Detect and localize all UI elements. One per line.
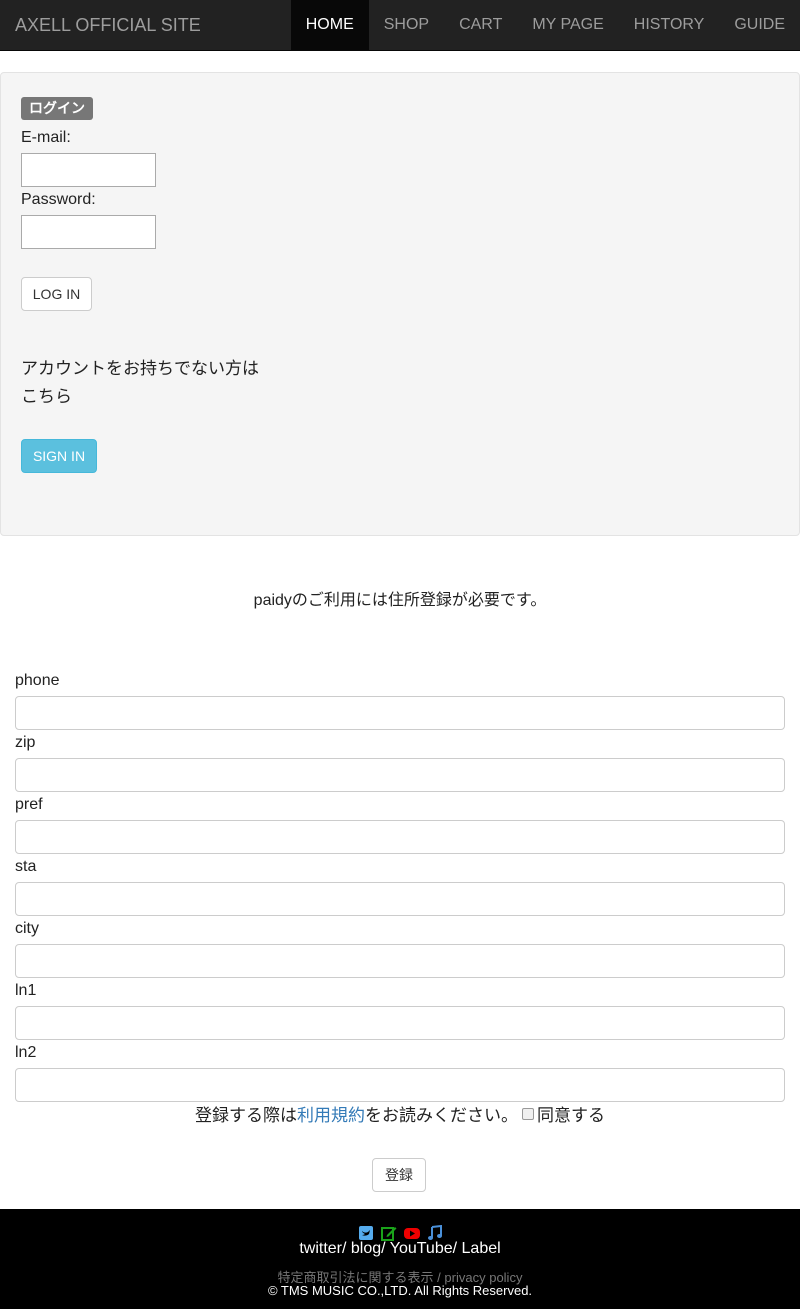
password-label: Password: bbox=[21, 191, 96, 208]
twitter-icon[interactable] bbox=[358, 1225, 374, 1241]
top-navbar: AXELL OFFICIAL SITE HOME SHOP CART MY PA… bbox=[0, 0, 800, 51]
nav-item-history[interactable]: HISTORY bbox=[619, 0, 720, 50]
signin-button[interactable]: SIGN IN bbox=[21, 439, 97, 473]
blog-icon[interactable] bbox=[380, 1225, 397, 1241]
terms-line: 登録する際は利用規約をお読みください。 同意する bbox=[0, 1104, 800, 1128]
ln2-label: ln2 bbox=[15, 1044, 37, 1061]
nav-item-my-page[interactable]: MY PAGE bbox=[517, 0, 618, 50]
link-separator: / bbox=[381, 1240, 386, 1257]
link-separator: / bbox=[341, 1240, 347, 1257]
city-input[interactable] bbox=[15, 944, 785, 978]
ln1-input[interactable] bbox=[15, 1006, 785, 1040]
social-icons bbox=[0, 1224, 800, 1241]
main-nav: HOME SHOP CART MY PAGE HISTORY GUIDE bbox=[290, 0, 800, 50]
agree-label[interactable]: 同意する bbox=[537, 1106, 605, 1125]
twitter-link[interactable]: twitter bbox=[299, 1240, 342, 1257]
email-label: E-mail: bbox=[21, 129, 71, 146]
blog-link[interactable]: blog bbox=[351, 1240, 381, 1257]
nav-item-cart[interactable]: CART bbox=[444, 0, 517, 50]
zip-label: zip bbox=[15, 734, 36, 751]
phone-input[interactable] bbox=[15, 696, 785, 730]
pref-input[interactable] bbox=[15, 820, 785, 854]
ln2-input[interactable] bbox=[15, 1068, 785, 1102]
password-input[interactable] bbox=[21, 215, 156, 249]
login-badge: ログイン bbox=[21, 97, 93, 120]
no-account-here-text: こちら bbox=[21, 387, 72, 406]
nav-item-shop[interactable]: SHOP bbox=[369, 0, 444, 50]
phone-label: phone bbox=[15, 672, 60, 689]
agree-checkbox[interactable] bbox=[522, 1108, 534, 1120]
sta-label: sta bbox=[15, 858, 37, 875]
youtube-link[interactable]: YouTube bbox=[390, 1240, 453, 1257]
no-account-text: アカウントをお持ちでない方は bbox=[21, 359, 259, 378]
login-button[interactable]: LOG IN bbox=[21, 277, 92, 311]
copyright: © TMS MUSIC CO.,LTD. All Rights Reserved… bbox=[267, 1283, 533, 1298]
terms-prefix: 登録する際は bbox=[195, 1106, 297, 1125]
link-separator: / bbox=[452, 1240, 458, 1257]
site-brand[interactable]: AXELL OFFICIAL SITE bbox=[15, 0, 201, 50]
address-required-notice: paidyのご利用には住所登録が必要です。 bbox=[253, 592, 547, 609]
terms-suffix: をお読みください。 bbox=[365, 1106, 518, 1125]
terms-link[interactable]: 利用規約 bbox=[297, 1106, 365, 1125]
youtube-icon[interactable] bbox=[403, 1225, 420, 1241]
email-input[interactable] bbox=[21, 153, 156, 187]
pref-label: pref bbox=[15, 796, 43, 813]
footer: twitter/ blog/ YouTube/ Label 特定商取引法に関する… bbox=[0, 1209, 800, 1309]
zip-input[interactable] bbox=[15, 758, 785, 792]
label-link[interactable]: Label bbox=[462, 1240, 501, 1257]
city-label: city bbox=[15, 920, 39, 937]
nav-item-home[interactable]: HOME bbox=[290, 0, 369, 50]
social-links: twitter/ blog/ YouTube/ Label bbox=[0, 1240, 800, 1258]
login-panel: ログイン E-mail: Password: LOG IN アカウントをお持ちで… bbox=[0, 72, 800, 536]
ln1-label: ln1 bbox=[15, 982, 37, 999]
register-button[interactable]: 登録 bbox=[372, 1158, 426, 1192]
nav-item-guide[interactable]: GUIDE bbox=[719, 0, 800, 50]
sta-input[interactable] bbox=[15, 882, 785, 916]
music-note-icon[interactable] bbox=[427, 1224, 443, 1241]
